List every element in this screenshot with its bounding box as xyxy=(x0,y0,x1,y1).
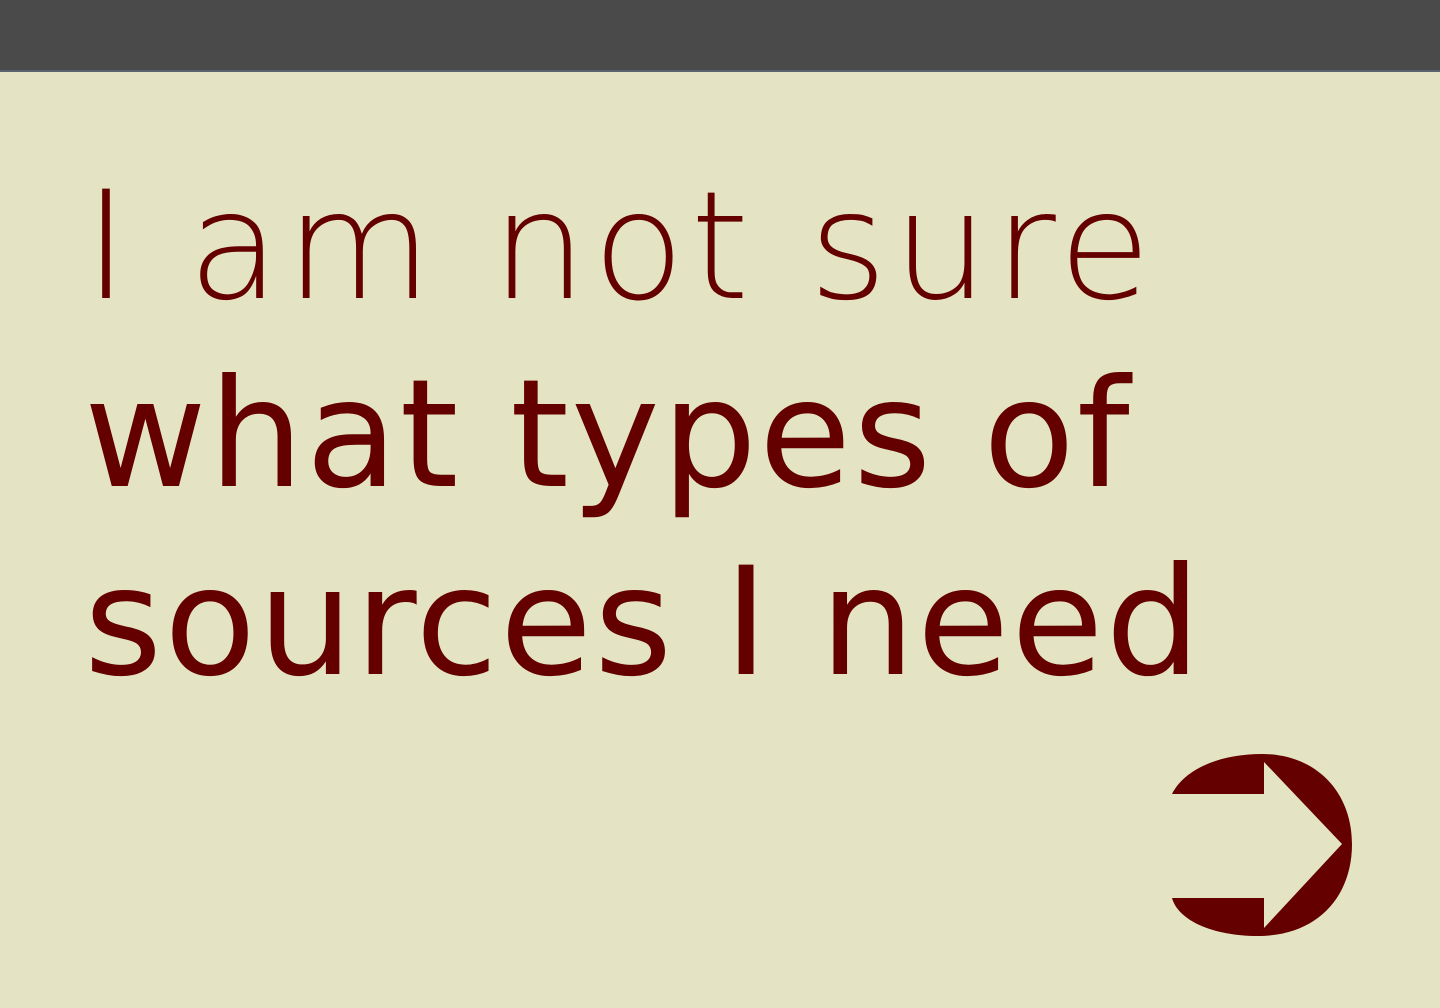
question-line-1: I am not sure xyxy=(84,160,1157,334)
question-line-3: sources I need xyxy=(84,536,1203,710)
arrow-right-icon xyxy=(1172,754,1352,936)
question-text: I am not sure what types of sources I ne… xyxy=(84,160,1203,736)
top-bar xyxy=(0,0,1440,72)
next-button[interactable] xyxy=(1170,752,1354,938)
question-line-2: what types of xyxy=(84,348,1132,522)
